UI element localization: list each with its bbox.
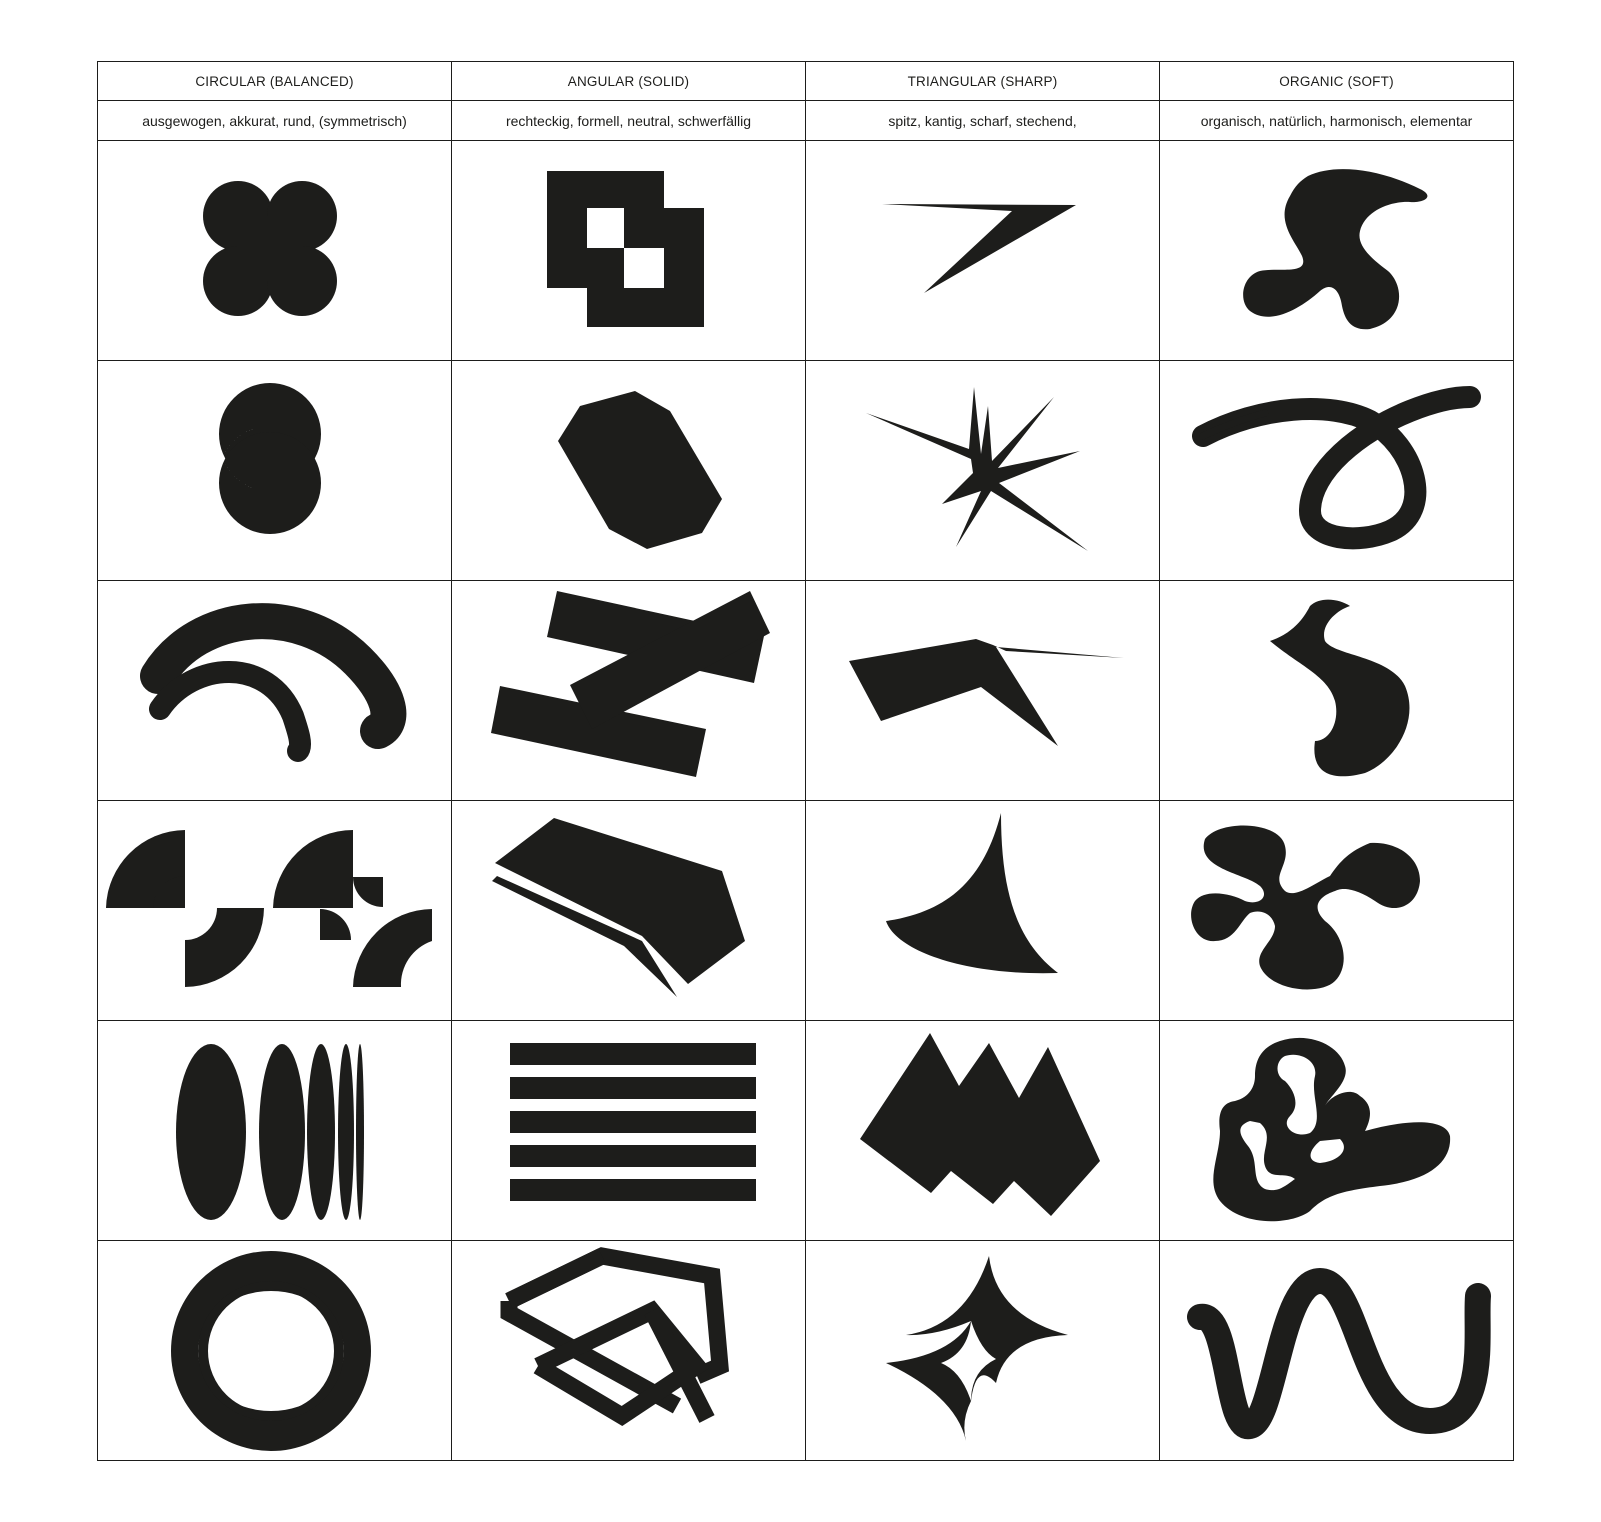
heading-triangular: TRIANGULAR (SHARP)	[805, 61, 1160, 101]
shape-row-4	[97, 800, 1514, 1021]
overlapping-circles-shape	[219, 383, 321, 534]
cell-angular-4	[451, 800, 806, 1021]
shape-row-6	[97, 1240, 1514, 1461]
cell-triangular-1	[805, 140, 1160, 361]
tangled-blob-shape	[1213, 1037, 1451, 1222]
nested-ovals-shape	[171, 1251, 371, 1451]
heading-row: CIRCULAR (BALANCED) ANGULAR (SOLID) TRIA…	[97, 61, 1514, 101]
shape-row-1	[97, 140, 1514, 361]
cell-circular-5	[97, 1020, 452, 1241]
overlapping-frames-shape	[500, 1247, 730, 1427]
cell-triangular-5	[805, 1020, 1160, 1241]
irregular-octagon-shape	[558, 391, 722, 549]
description-organic: organisch, natürlich, harmonisch, elemen…	[1159, 100, 1514, 141]
curved-horn-shape	[886, 813, 1058, 974]
cell-angular-2	[451, 360, 806, 581]
horizontal-bars-shape	[510, 1043, 756, 1201]
shape-row-2	[97, 360, 1514, 581]
four-point-star-shape	[886, 1256, 1068, 1441]
organic-blob-shape	[1243, 169, 1428, 330]
receding-ellipses-shape	[176, 1044, 364, 1220]
propeller-blob-shape	[1191, 825, 1420, 990]
cell-circular-2	[97, 360, 452, 581]
squiggle-ribbon-shape	[1187, 1267, 1491, 1439]
cell-angular-5	[451, 1020, 806, 1241]
cell-circular-6	[97, 1240, 452, 1461]
folded-slab-shape	[492, 818, 745, 997]
cell-triangular-2	[805, 360, 1160, 581]
interlocked-squares-shape	[547, 171, 704, 327]
cell-circular-4	[97, 800, 452, 1021]
description-triangular: spitz, kantig, scharf, stechend,	[805, 100, 1160, 141]
shape-classification-table: CIRCULAR (BALANCED) ANGULAR (SOLID) TRIA…	[97, 61, 1514, 1461]
mountain-peaks-shape	[860, 1033, 1100, 1216]
looped-ribbon-shape	[1192, 386, 1481, 550]
description-angular: rechteckig, formell, neutral, schwerfäll…	[451, 100, 806, 141]
four-circle-flower-shape	[203, 181, 337, 316]
zigzag-bands-shape	[491, 591, 770, 777]
shape-row-5	[97, 1020, 1514, 1241]
cell-organic-5	[1159, 1020, 1514, 1241]
cell-angular-1	[451, 140, 806, 361]
cell-triangular-6	[805, 1240, 1160, 1461]
hook-blob-shape	[1270, 599, 1410, 777]
shape-row-3	[97, 580, 1514, 801]
swallow-shape	[849, 639, 1124, 746]
cell-organic-1	[1159, 140, 1514, 361]
double-arc-shape	[140, 603, 407, 762]
heading-organic: ORGANIC (SOFT)	[1159, 61, 1514, 101]
cell-organic-3	[1159, 580, 1514, 801]
cell-triangular-3	[805, 580, 1160, 801]
description-row: ausgewogen, akkurat, rund, (symmetrisch)…	[97, 100, 1514, 141]
heading-angular: ANGULAR (SOLID)	[451, 61, 806, 101]
description-circular: ausgewogen, akkurat, rund, (symmetrisch)	[97, 100, 452, 141]
cell-organic-6	[1159, 1240, 1514, 1461]
spiky-star-shape	[866, 387, 1088, 551]
lightning-bolt-shape	[882, 204, 1076, 293]
cell-circular-1	[97, 140, 452, 361]
quarter-circles-composition-shape	[106, 830, 432, 987]
cell-angular-3	[451, 580, 806, 801]
heading-circular: CIRCULAR (BALANCED)	[97, 61, 452, 101]
cell-angular-6	[451, 1240, 806, 1461]
cell-organic-4	[1159, 800, 1514, 1021]
cell-organic-2	[1159, 360, 1514, 581]
cell-triangular-4	[805, 800, 1160, 1021]
cell-circular-3	[97, 580, 452, 801]
